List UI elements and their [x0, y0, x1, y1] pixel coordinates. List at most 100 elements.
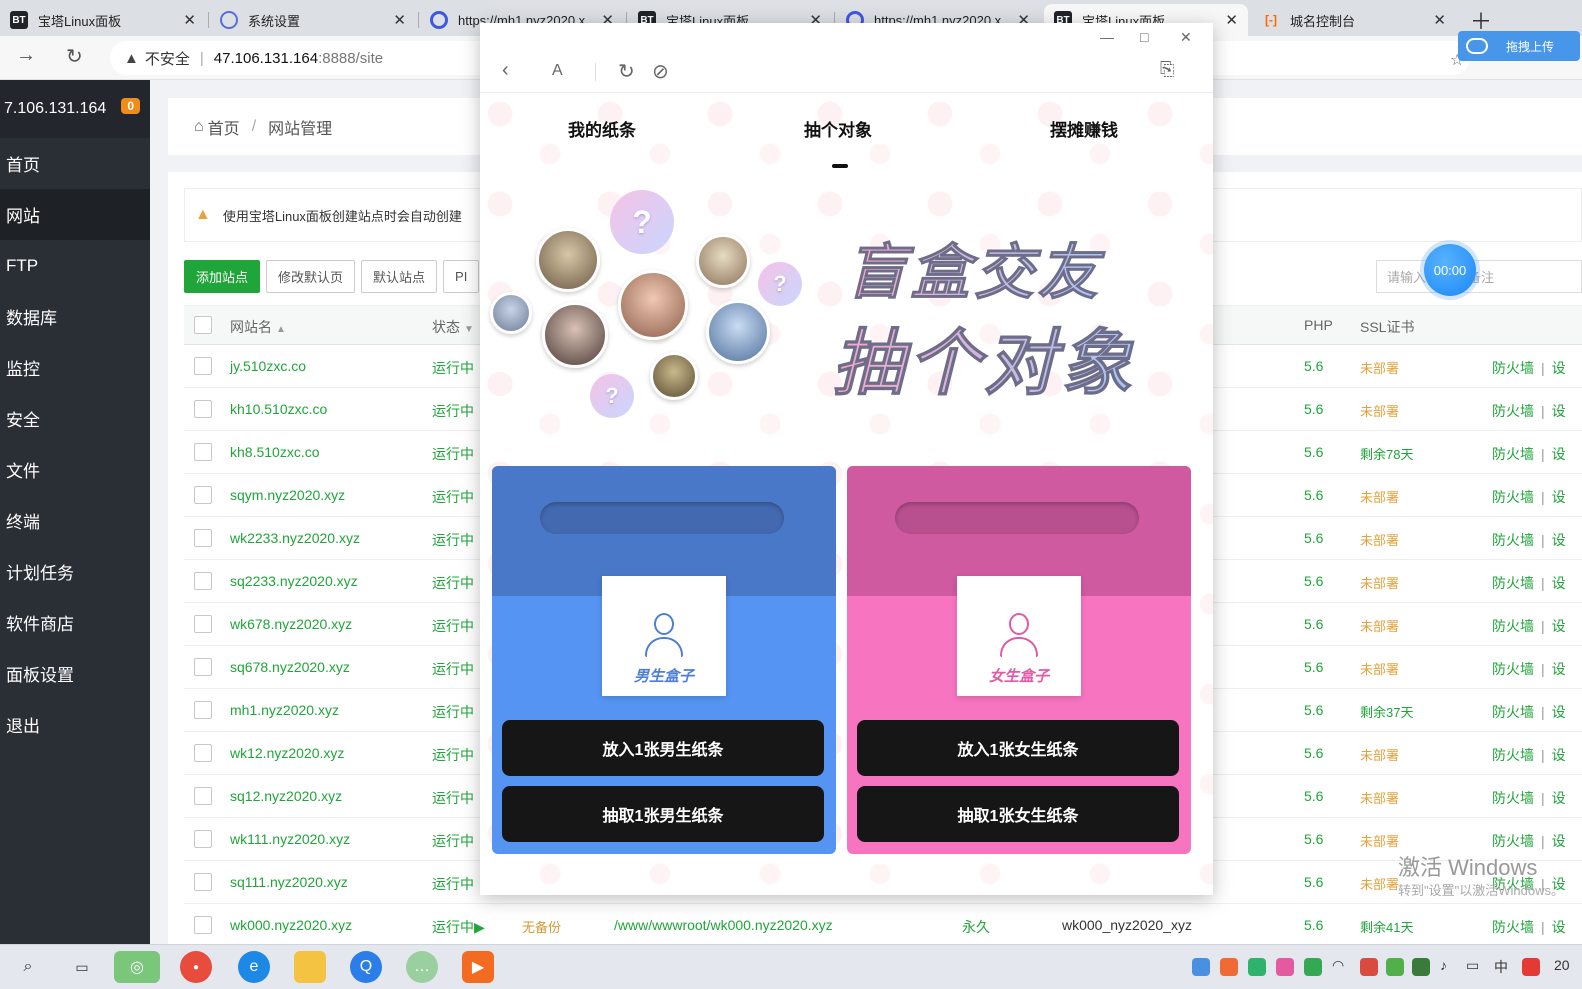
settings-link[interactable]: 设	[1552, 747, 1566, 763]
site-name-link[interactable]: wk2233.nyz2020.xyz	[230, 530, 360, 546]
ssl-status[interactable]: 剩余78天	[1360, 444, 1413, 463]
sidebar-item-logout[interactable]: 退出	[0, 699, 150, 750]
firewall-link[interactable]: 防火墙	[1492, 446, 1534, 462]
site-name-link[interactable]: wk12.nyz2020.xyz	[230, 745, 344, 761]
settings-link[interactable]: 设	[1552, 575, 1566, 591]
row-checkbox[interactable]	[194, 529, 212, 547]
site-name-link[interactable]: kh10.510zxc.co	[230, 401, 327, 417]
firewall-link[interactable]: 防火墙	[1492, 833, 1534, 849]
php-version[interactable]: 5.6	[1304, 788, 1323, 804]
site-note[interactable]: wk000_nyz2020_xyz	[1062, 917, 1192, 933]
breadcrumb-home[interactable]: 首页	[208, 115, 240, 139]
search-input[interactable]: 请输入 备注	[1376, 260, 1582, 293]
row-checkbox[interactable]	[194, 572, 212, 590]
row-checkbox[interactable]	[194, 916, 212, 934]
site-status[interactable]: 运行中	[432, 487, 474, 507]
tray-app-icon[interactable]	[1276, 958, 1294, 976]
close-icon[interactable]: ✕	[1180, 29, 1192, 46]
clock[interactable]: 20	[1554, 957, 1570, 973]
browser-tab[interactable]: BT 宝塔Linux面板 ✕	[0, 4, 206, 36]
firewall-link[interactable]: 防火墙	[1492, 403, 1534, 419]
sidebar-item-security[interactable]: 安全	[0, 393, 150, 444]
site-name-link[interactable]: jy.510zxc.co	[230, 358, 306, 374]
site-status[interactable]: 运行中	[432, 616, 474, 636]
row-checkbox[interactable]	[194, 787, 212, 805]
php-version[interactable]: 5.6	[1304, 702, 1323, 718]
tab-my-notes[interactable]: 我的纸条	[568, 116, 636, 141]
sidebar-item-monitor[interactable]: 监控	[0, 342, 150, 393]
draw-female-note-button[interactable]: 抽取1张女生纸条	[857, 786, 1179, 842]
site-status[interactable]: 运行中	[432, 401, 474, 421]
browser-tab[interactable]: [-] 城名控制台 ✕	[1252, 4, 1456, 36]
site-status[interactable]: 运行中	[432, 659, 474, 679]
row-checkbox[interactable]	[194, 830, 212, 848]
settings-link[interactable]: 设	[1552, 532, 1566, 548]
browser-icon[interactable]: Q	[350, 951, 382, 983]
close-icon[interactable]: ✕	[183, 11, 196, 29]
site-status[interactable]: 运行中	[432, 788, 474, 808]
row-checkbox[interactable]	[194, 357, 212, 375]
settings-link[interactable]: 设	[1552, 360, 1566, 376]
site-status[interactable]: 运行中	[432, 530, 474, 550]
tab-stall-earn[interactable]: 摆摊赚钱	[1050, 116, 1118, 141]
settings-link[interactable]: 设	[1552, 919, 1566, 935]
minimize-icon[interactable]: —	[1100, 29, 1114, 45]
sidebar-item-home[interactable]: 首页	[0, 138, 150, 189]
php-version[interactable]: 5.6	[1304, 874, 1323, 890]
ssl-status[interactable]: 剩余37天	[1360, 702, 1413, 721]
php-version[interactable]: 5.6	[1304, 487, 1323, 503]
firewall-link[interactable]: 防火墙	[1492, 618, 1534, 634]
settings-link[interactable]: 设	[1552, 489, 1566, 505]
tab-draw-partner[interactable]: 抽个对象	[804, 116, 872, 141]
site-status[interactable]: 运行中	[432, 702, 474, 722]
ssl-status[interactable]: 未部署	[1360, 401, 1399, 420]
ssl-status[interactable]: 未部署	[1360, 659, 1399, 678]
firewall-link[interactable]: 防火墙	[1492, 790, 1534, 806]
edge-icon[interactable]: e	[238, 951, 270, 983]
firewall-link[interactable]: 防火墙	[1492, 661, 1534, 677]
close-icon[interactable]: ✕	[1433, 11, 1446, 29]
ssl-status[interactable]: 未部署	[1360, 573, 1399, 592]
php-version[interactable]: 5.6	[1304, 831, 1323, 847]
add-site-button[interactable]: 添加站点	[184, 260, 261, 293]
expire-date[interactable]: 永久	[962, 917, 990, 937]
site-status[interactable]: 运行中	[432, 444, 474, 464]
maximize-icon[interactable]: □	[1140, 29, 1148, 45]
backup-status[interactable]: 无备份	[522, 917, 561, 936]
tray-app-icon[interactable]	[1412, 958, 1430, 976]
close-icon[interactable]: ✕	[1225, 11, 1238, 29]
volume-icon[interactable]: ♪	[1440, 957, 1447, 973]
row-checkbox[interactable]	[194, 701, 212, 719]
close-icon[interactable]: ✕	[393, 11, 406, 29]
notification-badge[interactable]: 0	[121, 98, 140, 114]
php-version[interactable]: 5.6	[1304, 917, 1323, 933]
tray-app-icon[interactable]	[1304, 958, 1322, 976]
app-icon[interactable]: ●	[180, 951, 212, 983]
site-name-link[interactable]: sq12.nyz2020.xyz	[230, 788, 342, 804]
sidebar-item-database[interactable]: 数据库	[0, 291, 150, 342]
row-checkbox[interactable]	[194, 615, 212, 633]
wechat-icon[interactable]: ◎	[114, 951, 160, 983]
sidebar-item-website[interactable]: 网站	[0, 189, 150, 240]
ssl-status[interactable]: 未部署	[1360, 874, 1399, 893]
row-checkbox[interactable]	[194, 658, 212, 676]
sidebar-item-cron[interactable]: 计划任务	[0, 546, 150, 597]
firewall-link[interactable]: 防火墙	[1492, 919, 1534, 935]
row-checkbox[interactable]	[194, 400, 212, 418]
site-status[interactable]: 运行中▶	[432, 917, 485, 937]
task-view-icon[interactable]: ▭	[66, 951, 98, 983]
sidebar-item-store[interactable]: 软件商店	[0, 597, 150, 648]
site-status[interactable]: 运行中	[432, 831, 474, 851]
site-name-link[interactable]: sq678.nyz2020.xyz	[230, 659, 350, 675]
ssl-status[interactable]: 未部署	[1360, 487, 1399, 506]
firewall-link[interactable]: 防火墙	[1492, 747, 1534, 763]
settings-link[interactable]: 设	[1552, 790, 1566, 806]
firewall-link[interactable]: 防火墙	[1492, 532, 1534, 548]
ime-indicator[interactable]: 中	[1494, 957, 1508, 977]
tray-app-icon[interactable]	[1522, 958, 1540, 976]
site-status[interactable]: 运行中	[432, 358, 474, 378]
wifi-icon[interactable]: ◠	[1332, 957, 1344, 974]
edit-default-page-button[interactable]: 修改默认页	[266, 260, 356, 293]
forward-arrow-icon[interactable]: →	[16, 44, 36, 67]
select-all-checkbox[interactable]	[194, 316, 212, 334]
